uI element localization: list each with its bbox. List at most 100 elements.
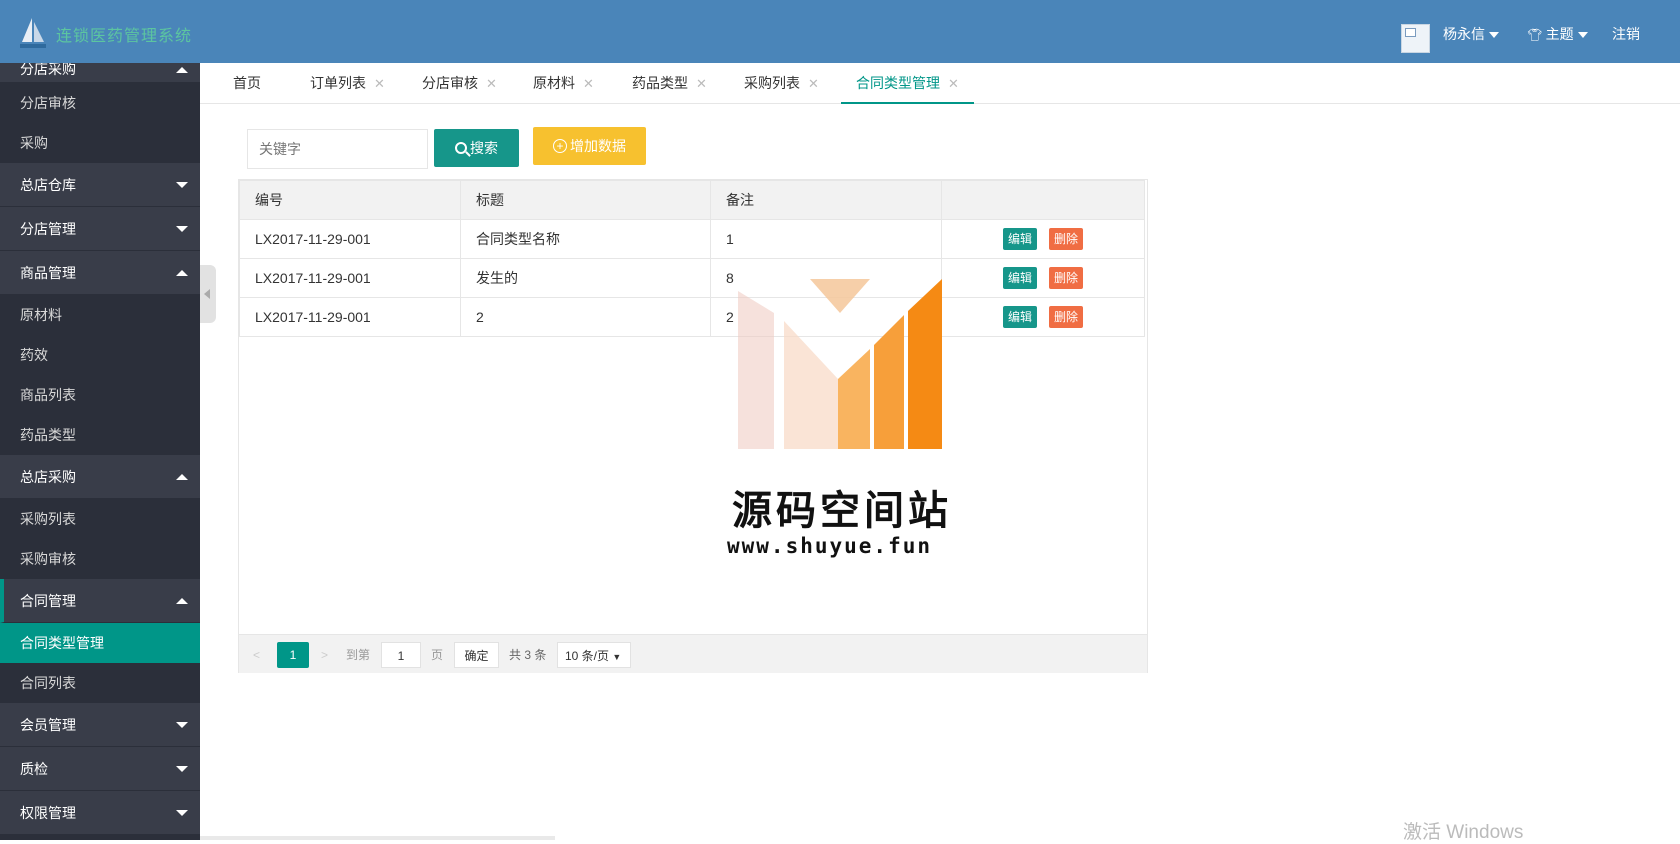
sidebar-item-contract-types[interactable]: 合同类型管理 (0, 623, 200, 663)
search-input[interactable] (247, 129, 428, 169)
sailboat-logo-icon (20, 18, 46, 48)
select-arrow-icon: ▼ (612, 652, 622, 662)
theme-menu[interactable]: 👕︎ 主题 (1527, 24, 1588, 44)
tab-label: 分店审核 (422, 75, 478, 91)
app-title: 连锁医药管理系统 (56, 28, 193, 45)
sidebar-group-branch-purchase[interactable]: 分店采购 (0, 63, 200, 83)
tab-label: 药品类型 (632, 75, 688, 91)
cell-remark: 1 (710, 219, 942, 259)
chevron-up-icon (176, 474, 188, 480)
sidebar-item-branch-review[interactable]: 分店审核 (0, 83, 200, 123)
search-button[interactable]: 搜索 (434, 129, 519, 167)
sidebar-group-member-management[interactable]: 会员管理 (0, 703, 200, 747)
cell-id: LX2017-11-29-001 (239, 258, 461, 298)
close-icon[interactable]: ✕ (696, 76, 707, 91)
tab-purchase-list[interactable]: 采购列表 ✕ (744, 63, 819, 104)
close-icon[interactable]: ✕ (374, 76, 385, 91)
tab-contract-types[interactable]: 合同类型管理 ✕ (841, 63, 974, 104)
goto-page-input[interactable]: 1 (381, 642, 421, 668)
sidebar-group-hq-warehouse[interactable]: 总店仓库 (0, 163, 200, 207)
next-page-icon[interactable]: > (321, 642, 328, 668)
contract-type-table: 编号 标题 备注 LX2017-11-29-001 合同类型名称 1 编辑 删除 … (239, 180, 1145, 337)
sidebar-item-product-list[interactable]: 商品列表 (0, 375, 200, 415)
close-icon[interactable]: ✕ (486, 76, 497, 91)
cell-title: 2 (460, 297, 711, 337)
sidebar-item-purchase-review[interactable]: 采购审核 (0, 539, 200, 579)
page-number-current[interactable]: 1 (277, 642, 309, 668)
table-row: LX2017-11-29-001 2 2 编辑 删除 (239, 297, 1145, 337)
sidebar-group-label: 会员管理 (20, 717, 76, 733)
sidebar-group-label: 质检 (20, 761, 48, 777)
prev-page-icon[interactable]: < (253, 642, 260, 668)
chevron-up-icon (176, 67, 188, 73)
chevron-down-icon (176, 766, 188, 772)
user-avatar[interactable] (1401, 24, 1430, 53)
sidebar-group-label: 分店管理 (20, 221, 76, 237)
column-header: 备注 (710, 180, 942, 220)
user-name: 杨永信 (1443, 26, 1485, 42)
sidebar-collapse-handle[interactable] (200, 265, 216, 323)
tab-home[interactable]: 首页 (233, 63, 261, 104)
delete-button[interactable]: 删除 (1049, 267, 1084, 289)
close-icon[interactable]: ✕ (583, 76, 594, 91)
page-size-select[interactable]: 10 条/页 ▼ (557, 642, 631, 668)
table-panel: 编号 标题 备注 LX2017-11-29-001 合同类型名称 1 编辑 删除 … (238, 179, 1148, 673)
sidebar-group-label: 分店采购 (20, 63, 76, 77)
logout-link[interactable]: 注销 (1612, 24, 1640, 44)
table-row: LX2017-11-29-001 发生的 8 编辑 删除 (239, 258, 1145, 298)
sidebar-group-label: 权限管理 (20, 805, 76, 821)
sidebar-item-contract-list[interactable]: 合同列表 (0, 663, 200, 703)
page-size-value: 10 条/页 (565, 649, 610, 663)
sidebar-group-permissions[interactable]: 权限管理 (0, 791, 200, 835)
chevron-down-icon (176, 810, 188, 816)
edit-button[interactable]: 编辑 (1002, 228, 1037, 250)
sidebar-group-label: 商品管理 (20, 265, 76, 281)
add-button-label: 增加数据 (570, 138, 626, 154)
chevron-down-icon (176, 226, 188, 232)
horizontal-scrollbar[interactable] (200, 836, 555, 840)
chevron-down-icon (1489, 32, 1499, 39)
tab-label: 首页 (233, 75, 261, 91)
cell-actions: 编辑 删除 (941, 258, 1145, 298)
user-menu[interactable]: 杨永信 (1443, 24, 1499, 44)
tab-raw-materials[interactable]: 原材料 ✕ (533, 63, 594, 104)
add-data-button[interactable]: + 增加数据 (533, 127, 646, 165)
close-icon[interactable]: ✕ (808, 76, 819, 91)
chevron-down-icon (176, 182, 188, 188)
search-button-label: 搜索 (470, 140, 498, 156)
sidebar-group-product-management[interactable]: 商品管理 (0, 251, 200, 295)
sidebar-item-purchase-list[interactable]: 采购列表 (0, 499, 200, 539)
confirm-button[interactable]: 确定 (454, 642, 499, 668)
tab-branch-review[interactable]: 分店审核 ✕ (422, 63, 497, 104)
sidebar-group-branch-management[interactable]: 分店管理 (0, 207, 200, 251)
delete-button[interactable]: 删除 (1049, 306, 1084, 328)
cell-id: LX2017-11-29-001 (239, 219, 461, 259)
sidebar-group-label: 总店采购 (20, 469, 76, 485)
close-icon[interactable]: ✕ (948, 76, 959, 91)
cell-actions: 编辑 删除 (941, 219, 1145, 259)
watermark-url: www.shuyue.fun (727, 534, 933, 558)
sidebar-item-raw-materials[interactable]: 原材料 (0, 295, 200, 335)
chevron-up-icon (176, 598, 188, 604)
sidebar-group-quality-check[interactable]: 质检 (0, 747, 200, 791)
sidebar-group-contract-management[interactable]: 合同管理 (0, 579, 200, 623)
sidebar-item-drug-types[interactable]: 药品类型 (0, 415, 200, 455)
sidebar-group-hq-purchase[interactable]: 总店采购 (0, 455, 200, 499)
cell-actions: 编辑 删除 (941, 297, 1145, 337)
edit-button[interactable]: 编辑 (1002, 306, 1037, 328)
tab-label: 采购列表 (744, 75, 800, 91)
table-row: LX2017-11-29-001 合同类型名称 1 编辑 删除 (239, 219, 1145, 259)
tab-drug-types[interactable]: 药品类型 ✕ (632, 63, 707, 104)
cell-title: 合同类型名称 (460, 219, 711, 259)
tab-label: 原材料 (533, 75, 575, 91)
edit-button[interactable]: 编辑 (1002, 267, 1037, 289)
chevron-down-icon (176, 722, 188, 728)
watermark-title: 源码空间站 (732, 488, 952, 534)
sidebar-item-efficacy[interactable]: 药效 (0, 335, 200, 375)
delete-button[interactable]: 删除 (1049, 228, 1084, 250)
page-unit-label: 页 (431, 648, 444, 662)
tab-order-list[interactable]: 订单列表 ✕ (310, 63, 385, 104)
pagination: < 1 > 到第 1 页 确定 共 3 条 10 条/页 ▼ (239, 634, 1147, 673)
sidebar-group-label: 总店仓库 (20, 177, 76, 193)
sidebar-item-purchase[interactable]: 采购 (0, 123, 200, 163)
